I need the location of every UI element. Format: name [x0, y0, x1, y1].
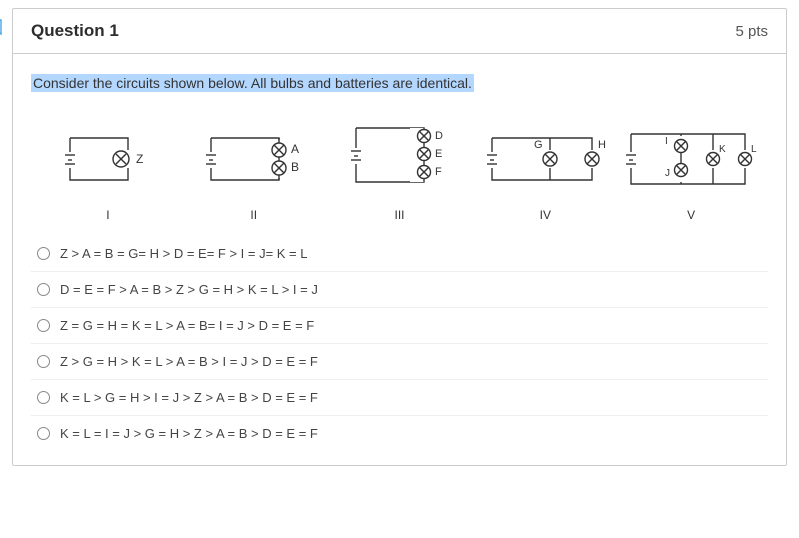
radio-icon[interactable] [37, 283, 50, 296]
circuit-3: D E F III [327, 110, 473, 222]
bulb-z-label: Z [136, 152, 143, 166]
question-header: Question 1 5 pts [13, 9, 786, 54]
circuit-1: Z I [35, 120, 181, 222]
question-title: Question 1 [31, 21, 119, 41]
option-text: D = E = F > A = B > Z > G = H > K = L > … [60, 282, 318, 297]
roman-3: III [394, 208, 404, 222]
roman-2: II [250, 208, 257, 222]
question-body: Consider the circuits shown below. All b… [13, 54, 786, 465]
circuit-2: A B II [181, 120, 327, 222]
radio-icon[interactable] [37, 319, 50, 332]
question-card: Question 1 5 pts Consider the circuits s… [12, 8, 787, 466]
option-5[interactable]: K = L > G = H > I = J > Z > A = B > D = … [31, 380, 768, 416]
bulb-h-label: H [598, 139, 606, 151]
radio-icon[interactable] [37, 391, 50, 404]
circuit-4: G H IV [472, 120, 618, 222]
question-prompt: Consider the circuits shown below. All b… [31, 74, 474, 92]
options-list: Z > A = B = G= H > D = E= F > I = J= K =… [31, 236, 768, 451]
option-text: K = L > G = H > I = J > Z > A = B > D = … [60, 390, 318, 405]
radio-icon[interactable] [37, 427, 50, 440]
bulb-j-label: J [665, 168, 670, 179]
circuit-5: I J K L V [618, 120, 764, 222]
radio-icon[interactable] [37, 355, 50, 368]
bulb-d-label: D [435, 130, 443, 142]
option-2[interactable]: D = E = F > A = B > Z > G = H > K = L > … [31, 272, 768, 308]
roman-5: V [687, 208, 695, 222]
bulb-k-label: K [719, 144, 726, 155]
circuits-row: Z I [31, 110, 768, 222]
bookmark-icon [0, 18, 6, 43]
option-6[interactable]: K = L = I = J > G = H > Z > A = B > D = … [31, 416, 768, 451]
option-text: Z > G = H > K = L > A = B > I = J > D = … [60, 354, 318, 369]
bulb-e-label: E [435, 148, 442, 160]
option-text: K = L = I = J > G = H > Z > A = B > D = … [60, 426, 318, 441]
option-3[interactable]: Z = G = H = K = L > A = B= I = J > D = E… [31, 308, 768, 344]
bulb-g-label: G [534, 139, 543, 151]
roman-4: IV [540, 208, 551, 222]
roman-1: I [106, 208, 109, 222]
bulb-l-label: L [751, 144, 757, 155]
bulb-b-label: B [291, 160, 299, 174]
bulb-i-label: I [665, 136, 668, 147]
option-4[interactable]: Z > G = H > K = L > A = B > I = J > D = … [31, 344, 768, 380]
option-1[interactable]: Z > A = B = G= H > D = E= F > I = J= K =… [31, 236, 768, 272]
radio-icon[interactable] [37, 247, 50, 260]
question-points: 5 pts [735, 23, 768, 40]
bulb-f-label: F [435, 166, 442, 178]
option-text: Z = G = H = K = L > A = B= I = J > D = E… [60, 318, 314, 333]
option-text: Z > A = B = G= H > D = E= F > I = J= K =… [60, 246, 308, 261]
bulb-a-label: A [291, 142, 299, 156]
